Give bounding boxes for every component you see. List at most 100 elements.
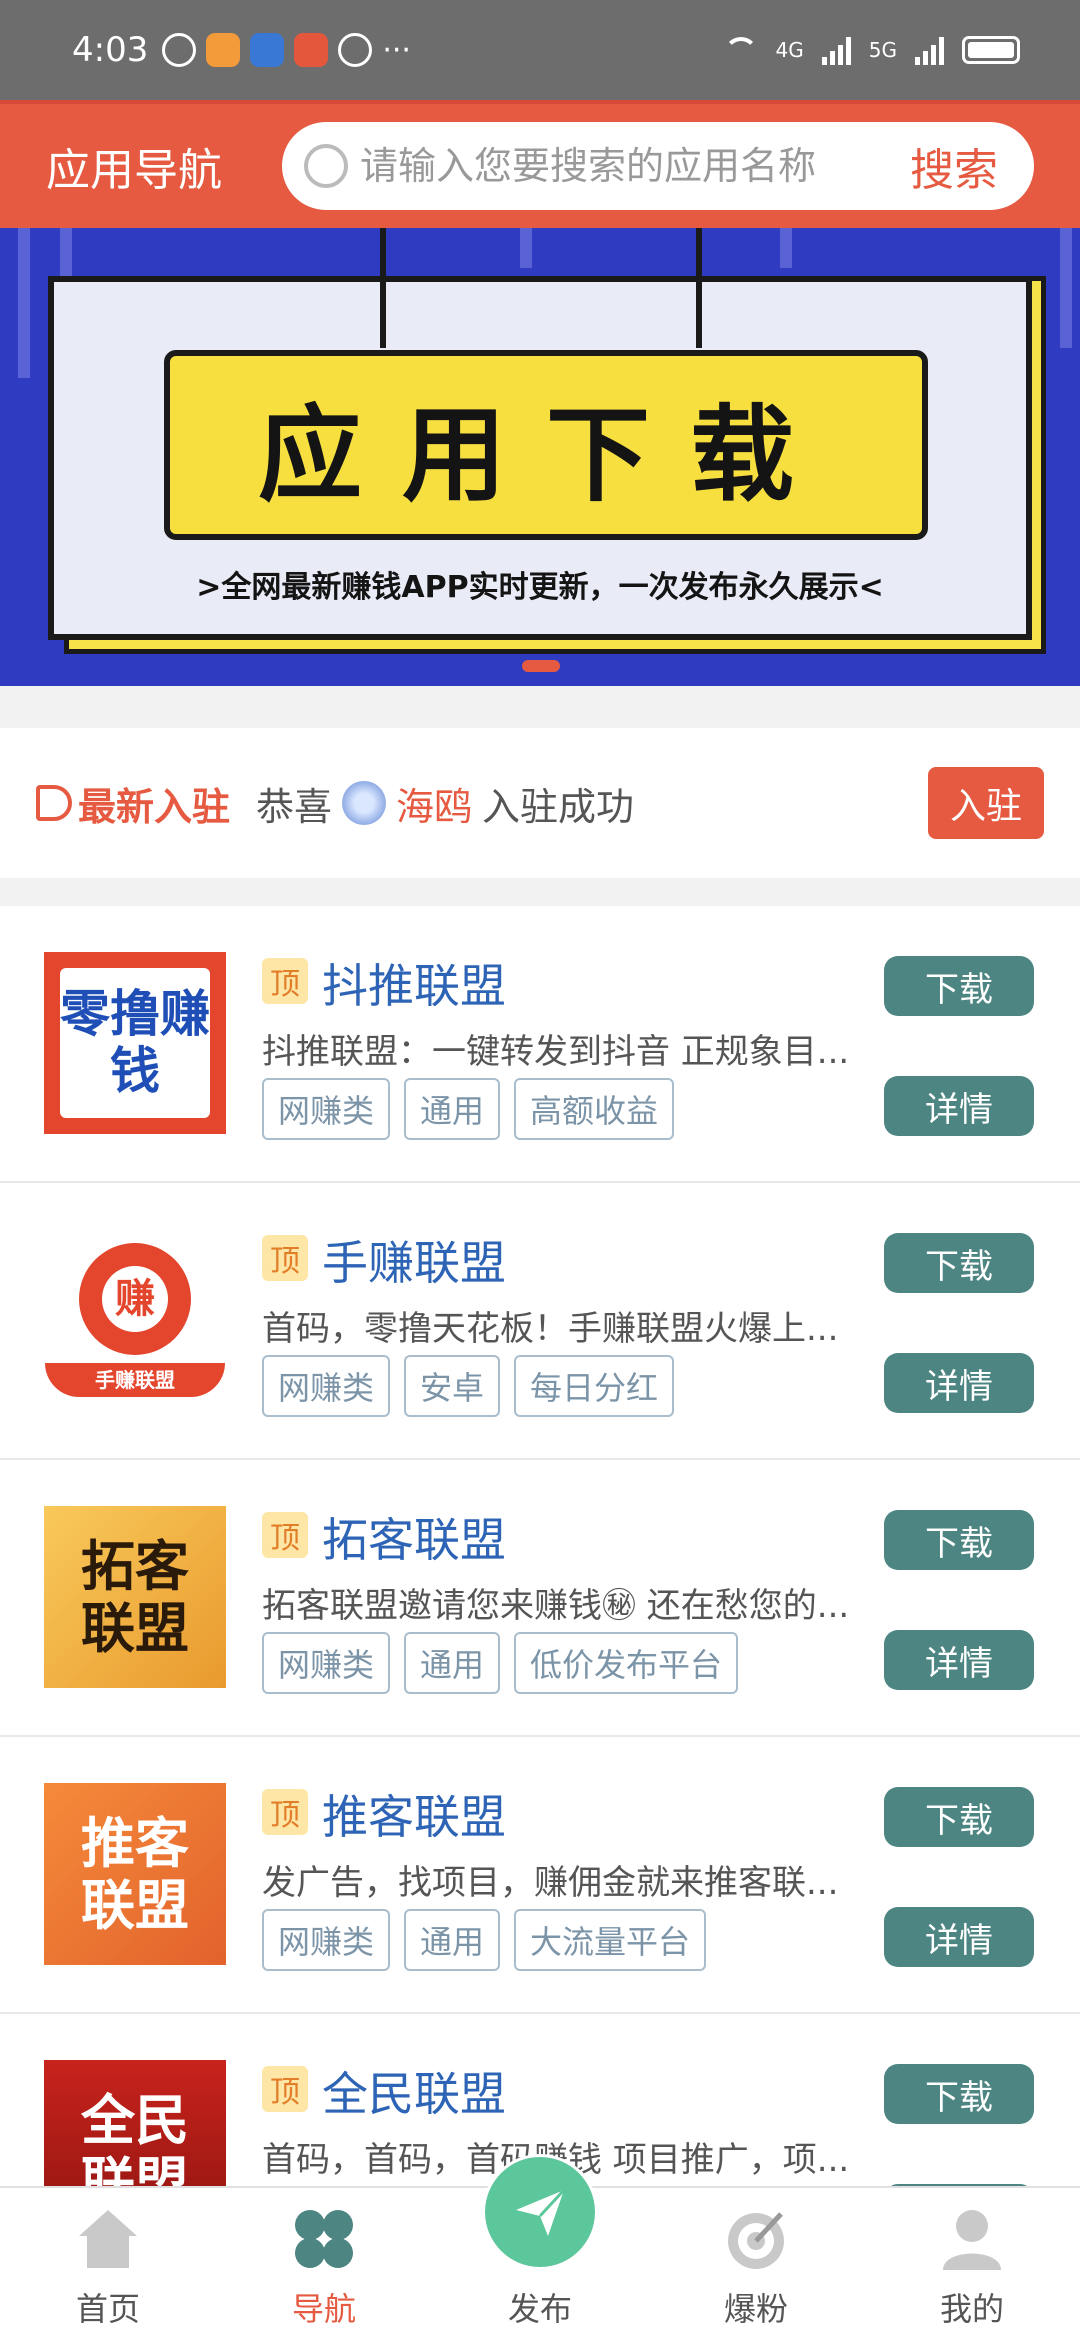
globe-app-icon [250,33,285,67]
more-notifications-icon: ··· [382,32,411,68]
banner[interactable]: 应用下载 >全网最新赚钱APP实时更新，一次发布永久展示< [0,228,1080,686]
publish-fab[interactable] [482,2154,598,2270]
app-logo-text: 手赚联盟 [45,1363,225,1397]
app-tag: 网赚类 [262,1909,391,1971]
app-name[interactable]: 推客联盟 [322,1781,506,1847]
details-button[interactable]: 详情 [884,1630,1034,1690]
app-tag: 通用 [404,1078,501,1140]
nav-home[interactable]: 首页 [0,2188,216,2340]
app-logo-text: 推客联盟 [81,1810,189,1937]
app-tag: 低价发布平台 [514,1632,739,1694]
app-description: 抖推联盟：一键转发到抖音 正规象目... [262,1032,850,1072]
target-icon [728,2212,784,2269]
app-tag: 每日分红 [514,1355,675,1417]
banner-stripe [780,228,792,268]
notice-app-name[interactable]: 海鸥 [396,776,472,831]
app-logo[interactable]: 零撸赚钱 [44,952,226,1134]
carousel-indicator[interactable] [522,660,560,672]
signal-5g-icon [915,35,944,65]
banner-stripe [1060,228,1072,348]
download-button[interactable]: 下载 [884,1233,1034,1293]
paper-plane-icon [516,2188,566,2236]
search-icon [304,144,348,188]
banner-subtitle: >全网最新赚钱APP实时更新，一次发布永久展示< [196,570,884,605]
app-logo[interactable]: 赚 手赚联盟 [44,1229,226,1411]
banner-title: 应用下载 [164,350,928,540]
app-list: 零撸赚钱 顶 抖推联盟 抖推联盟：一键转发到抖音 正规象目... 网赚类 通用 … [0,906,1080,2291]
notice-prefix: 恭喜 [256,784,333,829]
notice-suffix: 入驻成功 [482,784,635,829]
top-badge: 顶 [262,1789,308,1835]
list-item[interactable]: 赚 手赚联盟 顶 手赚联盟 首码，零撸天花板！手赚联盟火爆上... 网赚类 安卓… [0,1183,1080,1460]
search-button[interactable]: 搜索 [910,134,998,198]
red-app-icon [294,33,329,67]
app-logo-char: 赚 [102,1266,168,1332]
download-button[interactable]: 下载 [884,2064,1034,2124]
nav-label: 爆粉 [723,2290,788,2328]
app-tag: 大流量平台 [514,1909,707,1971]
app-name[interactable]: 抖推联盟 [322,950,506,1016]
signal-4g-label: 4G [775,38,804,62]
status-bar: 4:03 ··· 4G 5G [0,0,1080,100]
notice-label-group: 最新入驻 [36,776,230,831]
top-badge: 顶 [262,1235,308,1281]
app-description: 拓客联盟邀请您来赚钱㊙ 还在愁您的... [262,1586,850,1626]
download-button[interactable]: 下载 [884,1787,1034,1847]
app-name[interactable]: 手赚联盟 [322,1227,506,1293]
top-badge: 顶 [262,1512,308,1558]
download-button[interactable]: 下载 [884,1510,1034,1570]
nav-label: 我的 [939,2290,1004,2328]
notice-message: 恭喜 海鸥 入驻成功 [256,776,634,831]
list-item[interactable]: 零撸赚钱 顶 抖推联盟 抖推联盟：一键转发到抖音 正规象目... 网赚类 通用 … [0,906,1080,1183]
spacer [0,686,1080,728]
details-button[interactable]: 详情 [884,1907,1034,1967]
user-icon [943,2210,1001,2270]
list-item[interactable]: 拓客联盟 顶 拓客联盟 拓客联盟邀请您来赚钱㊙ 还在愁您的... 网赚类 通用 … [0,1460,1080,1737]
status-time: 4:03 [72,30,149,70]
search-input[interactable] [360,144,910,188]
battery-icon [962,36,1020,64]
notification-icons: ··· [162,33,411,68]
app-tags: 网赚类 通用 大流量平台 [262,1909,707,1971]
top-badge: 顶 [262,2066,308,2112]
banner-stripe [520,228,532,268]
nav-label: 导航 [291,2290,356,2328]
signal-5g-label: 5G [868,38,897,62]
app-description: 发广告，找项目，赚佣金就来推客联... [262,1863,839,1903]
wechat-icon [338,33,373,67]
app-logo[interactable]: 拓客联盟 [44,1506,226,1688]
app-tag: 网赚类 [262,1355,391,1417]
join-button[interactable]: 入驻 [927,767,1044,839]
avatar [342,781,387,825]
app-logo[interactable]: 推客联盟 [44,1783,226,1965]
heart-app-icon [206,33,241,67]
app-logo-text: 零撸赚钱 [60,968,210,1118]
nav-mine[interactable]: 我的 [864,2188,1080,2340]
details-button[interactable]: 详情 [884,1353,1034,1413]
nav-fans[interactable]: 爆粉 [648,2188,864,2340]
wifi-icon [723,37,758,63]
nav-label: 首页 [75,2290,140,2328]
app-tag: 网赚类 [262,1078,391,1140]
nav-navigation[interactable]: 导航 [216,2188,432,2340]
signal-4g-icon [821,35,851,65]
app-name[interactable]: 拓客联盟 [322,1504,506,1570]
banner-hanger [380,228,386,348]
download-button[interactable]: 下载 [884,956,1034,1016]
details-button[interactable]: 详情 [884,1076,1034,1136]
banner-panel: 应用下载 >全网最新赚钱APP实时更新，一次发布永久展示< [48,276,1032,640]
app-tags: 网赚类 安卓 每日分红 [262,1355,675,1417]
app-name[interactable]: 全民联盟 [322,2058,506,2124]
clover-icon [295,2210,353,2268]
nav-label: 发布 [507,2290,572,2328]
app-tag: 高额收益 [514,1078,675,1140]
app-tags: 网赚类 通用 低价发布平台 [262,1632,739,1694]
app-tag: 通用 [404,1909,501,1971]
app-tag: 网赚类 [262,1632,391,1694]
page-title: 应用导航 [46,145,222,196]
list-item[interactable]: 推客联盟 顶 推客联盟 发广告，找项目，赚佣金就来推客联... 网赚类 通用 大… [0,1737,1080,2014]
status-right: 4G 5G [723,35,1020,65]
search-bar[interactable]: 搜索 [282,122,1034,210]
app-tags: 网赚类 通用 高额收益 [262,1078,675,1140]
top-header: 应用导航 搜索 [0,100,1080,228]
